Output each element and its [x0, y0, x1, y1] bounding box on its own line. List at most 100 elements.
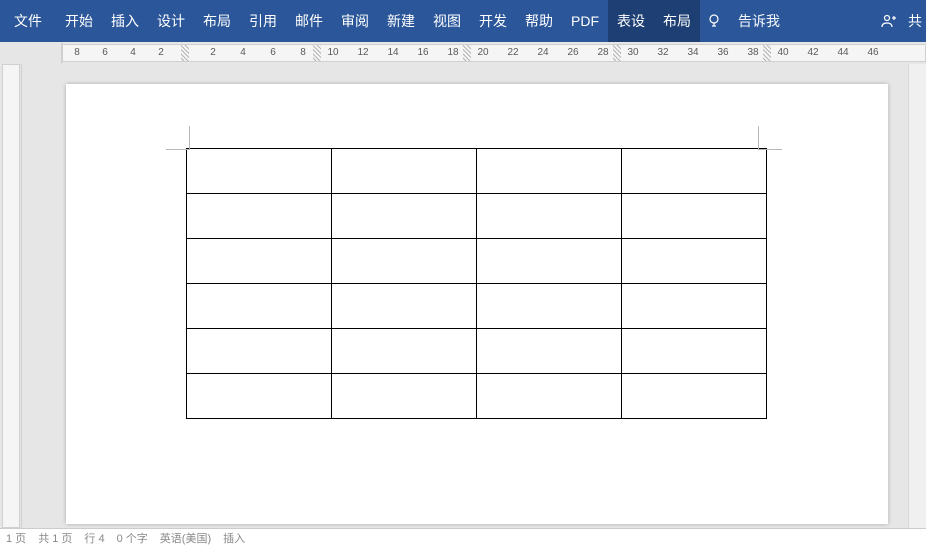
ruler-tick: 36	[717, 47, 728, 58]
tab-references[interactable]: 引用	[240, 0, 286, 42]
tab-insert[interactable]: 插入	[102, 0, 148, 42]
tab-developer[interactable]: 开发	[470, 0, 516, 42]
status-word-count[interactable]: 0 个字	[117, 530, 148, 546]
ruler-tick: 2	[158, 47, 164, 58]
table-cell[interactable]	[187, 239, 332, 284]
ruler-tick: 8	[300, 47, 306, 58]
ruler-margin-marker[interactable]	[181, 45, 189, 62]
ruler-tab-marker[interactable]	[313, 45, 321, 62]
margin-corner-top-left	[166, 126, 190, 150]
table-cell[interactable]	[622, 194, 767, 239]
document-table[interactable]	[186, 148, 767, 419]
tab-new[interactable]: 新建	[378, 0, 424, 42]
tab-table-layout[interactable]: 布局	[654, 0, 700, 42]
ruler-tick: 14	[387, 47, 398, 58]
share-label[interactable]: 共	[908, 11, 922, 31]
ruler-corner	[0, 42, 62, 64]
status-line[interactable]: 行 4	[84, 530, 104, 546]
ruler-tick: 26	[567, 47, 578, 58]
ruler-tick: 12	[357, 47, 368, 58]
table-cell[interactable]	[477, 149, 622, 194]
table-cell[interactable]	[622, 284, 767, 329]
status-insert-mode[interactable]: 插入	[223, 530, 245, 546]
horizontal-ruler-bar: 8642246810121416182022242628303234363840…	[0, 42, 926, 64]
status-language[interactable]: 英语(美国)	[160, 530, 211, 546]
tab-table-design[interactable]: 表设	[608, 0, 654, 42]
ruler-tick: 6	[270, 47, 276, 58]
table-cell[interactable]	[622, 239, 767, 284]
table-cell[interactable]	[332, 374, 477, 419]
table-cell[interactable]	[477, 374, 622, 419]
margin-corner-top-right	[758, 126, 782, 150]
tab-home[interactable]: 开始	[56, 0, 102, 42]
table-cell[interactable]	[477, 194, 622, 239]
ruler-tick: 4	[240, 47, 246, 58]
ruler-tick: 28	[597, 47, 608, 58]
status-total-pages[interactable]: 共 1 页	[38, 530, 72, 546]
ruler-tab-marker[interactable]	[763, 45, 771, 62]
ruler-tick: 38	[747, 47, 758, 58]
table-cell[interactable]	[187, 374, 332, 419]
tab-help[interactable]: 帮助	[516, 0, 562, 42]
ruler-tick: 10	[327, 47, 338, 58]
ruler-tick: 44	[837, 47, 848, 58]
lightbulb-icon[interactable]	[700, 0, 728, 42]
table-row[interactable]	[187, 149, 767, 194]
table-cell[interactable]	[187, 284, 332, 329]
ruler-tab-marker[interactable]	[613, 45, 621, 62]
ruler-tick: 16	[417, 47, 428, 58]
status-bar: 1 页 共 1 页 行 4 0 个字 英语(美国) 插入	[0, 528, 926, 546]
table-row[interactable]	[187, 329, 767, 374]
ruler-tab-marker[interactable]	[463, 45, 471, 62]
table-cell[interactable]	[622, 149, 767, 194]
ruler-tick: 20	[477, 47, 488, 58]
status-page[interactable]: 1 页	[6, 530, 26, 546]
table-cell[interactable]	[622, 329, 767, 374]
table-cell[interactable]	[332, 329, 477, 374]
tab-design[interactable]: 设计	[148, 0, 194, 42]
ruler-tick: 4	[130, 47, 136, 58]
tell-me-input[interactable]: 告诉我	[728, 0, 790, 42]
ruler-tick: 46	[867, 47, 878, 58]
ruler-tick: 30	[627, 47, 638, 58]
table-cell[interactable]	[187, 149, 332, 194]
ruler-tick: 18	[447, 47, 458, 58]
tab-review[interactable]: 审阅	[332, 0, 378, 42]
table-cell[interactable]	[477, 239, 622, 284]
tab-file[interactable]: 文件	[0, 0, 56, 42]
table-cell[interactable]	[332, 194, 477, 239]
tab-view[interactable]: 视图	[424, 0, 470, 42]
table-cell[interactable]	[332, 239, 477, 284]
table-cell[interactable]	[477, 329, 622, 374]
table-row[interactable]	[187, 194, 767, 239]
tab-mailings[interactable]: 邮件	[286, 0, 332, 42]
table-cell[interactable]	[187, 194, 332, 239]
table-cell[interactable]	[477, 284, 622, 329]
table-row[interactable]	[187, 374, 767, 419]
table-cell[interactable]	[187, 329, 332, 374]
share-person-icon[interactable]	[874, 0, 902, 42]
tab-pdf[interactable]: PDF	[562, 0, 608, 42]
ruler-tick: 2	[210, 47, 216, 58]
table-row[interactable]	[187, 239, 767, 284]
vertical-scrollbar[interactable]	[908, 64, 926, 528]
page-gutter	[22, 64, 62, 528]
vertical-ruler[interactable]	[2, 64, 20, 528]
ruler-tick: 6	[102, 47, 108, 58]
page-area[interactable]	[62, 64, 926, 528]
workspace	[0, 64, 926, 528]
table-cell[interactable]	[332, 284, 477, 329]
table-cell[interactable]	[332, 149, 477, 194]
document-page[interactable]	[66, 84, 888, 524]
table-row[interactable]	[187, 284, 767, 329]
tab-layout[interactable]: 布局	[194, 0, 240, 42]
table-cell[interactable]	[622, 374, 767, 419]
ruler-tick: 22	[507, 47, 518, 58]
vertical-ruler-column	[0, 64, 22, 528]
ruler-tick: 42	[807, 47, 818, 58]
ruler-tick: 32	[657, 47, 668, 58]
ribbon-tabs-bar: 文件 开始 插入 设计 布局 引用 邮件 审阅 新建 视图 开发 帮助 PDF …	[0, 0, 926, 42]
horizontal-ruler[interactable]: 8642246810121416182022242628303234363840…	[62, 44, 926, 62]
ruler-tick: 24	[537, 47, 548, 58]
ruler-tick: 34	[687, 47, 698, 58]
